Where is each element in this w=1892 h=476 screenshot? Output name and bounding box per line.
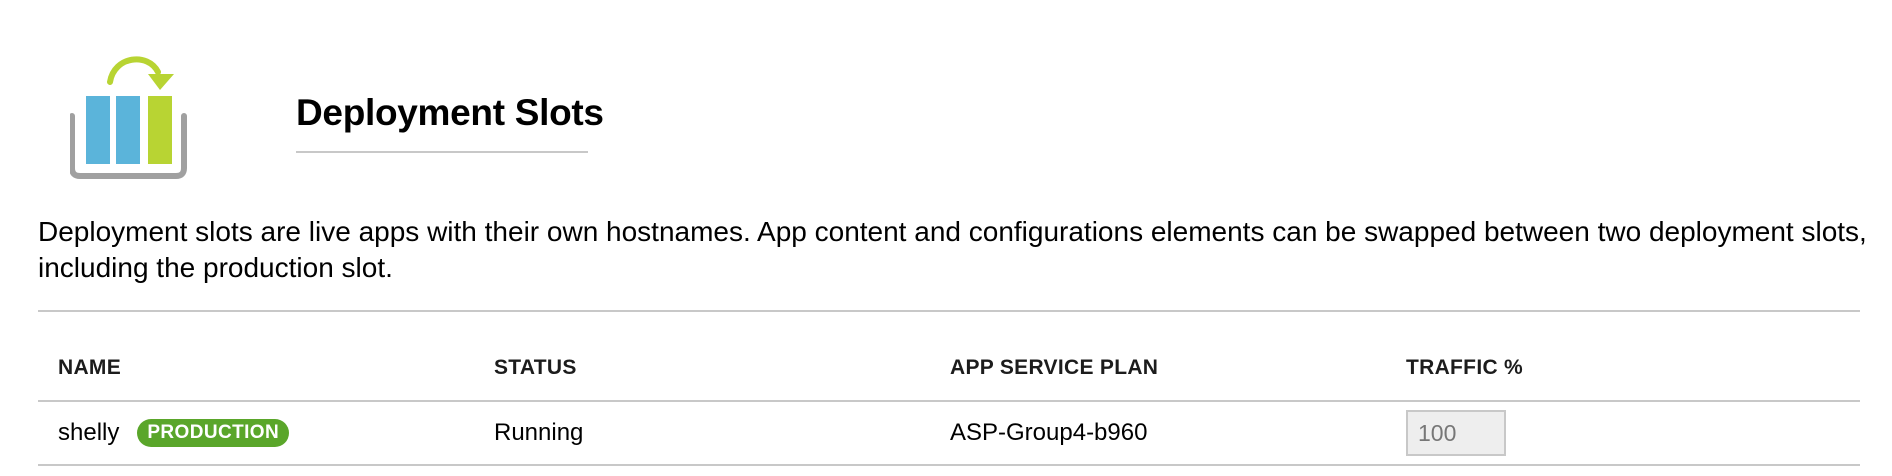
- column-header-name: NAME: [58, 356, 122, 379]
- slot-name[interactable]: shelly: [58, 419, 119, 447]
- slot-name-cell: shelly PRODUCTION: [38, 419, 494, 447]
- slot-app-service-plan: ASP-Group4-b960: [950, 419, 1148, 446]
- table-header-row: NAME STATUS APP SERVICE PLAN TRAFFIC %: [38, 312, 1860, 402]
- page-description: Deployment slots are live apps with thei…: [38, 216, 1867, 283]
- deployment-slots-swap-icon: [70, 56, 187, 179]
- production-badge: PRODUCTION: [137, 419, 290, 447]
- traffic-cell: [1406, 410, 1860, 456]
- deployment-slots-table: NAME STATUS APP SERVICE PLAN TRAFFIC % s…: [38, 312, 1860, 466]
- deployment-slots-page: Deployment Slots Deployment slots are li…: [0, 0, 1892, 476]
- table-row[interactable]: shelly PRODUCTION Running ASP-Group4-b96…: [38, 402, 1860, 466]
- page-title: Deployment Slots: [296, 94, 604, 153]
- traffic-percent-input[interactable]: [1406, 410, 1506, 456]
- column-header-app-service-plan: APP SERVICE PLAN: [950, 356, 1159, 379]
- page-header: Deployment Slots: [70, 52, 604, 182]
- slot-status: Running: [494, 419, 584, 446]
- column-header-traffic: TRAFFIC %: [1406, 356, 1524, 379]
- column-header-status: STATUS: [494, 356, 577, 379]
- page-title-wrap: Deployment Slots: [296, 94, 604, 153]
